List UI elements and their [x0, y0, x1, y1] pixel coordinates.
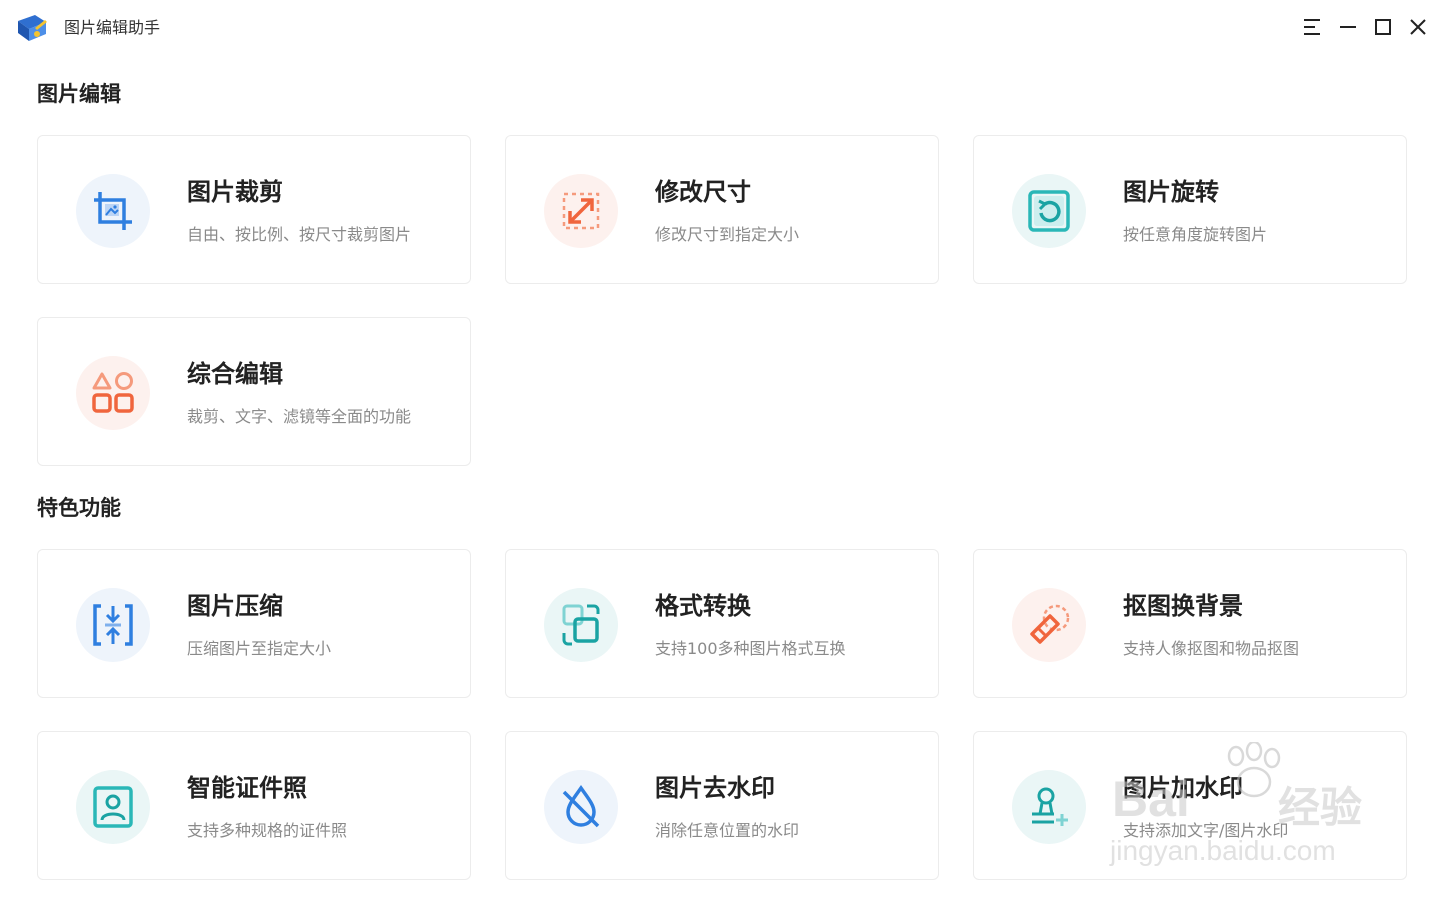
- card-desc: 自由、按比例、按尺寸裁剪图片: [187, 225, 412, 244]
- card-desc: 按任意角度旋转图片: [1123, 225, 1268, 244]
- card-title: 综合编辑: [187, 360, 283, 388]
- card-id-photo[interactable]: 智能证件照 支持多种规格的证件照: [37, 731, 471, 880]
- section-title-featured: 特色功能: [37, 496, 121, 520]
- card-title: 抠图换背景: [1123, 592, 1243, 620]
- card-desc: 修改尺寸到指定大小: [655, 225, 800, 244]
- minimize-button[interactable]: [1334, 13, 1362, 41]
- card-title: 图片裁剪: [187, 178, 283, 206]
- card-desc: 消除任意位置的水印: [655, 821, 800, 840]
- card-title: 图片去水印: [655, 774, 775, 802]
- maximize-icon: [1375, 19, 1391, 35]
- app-title: 图片编辑助手: [64, 18, 161, 37]
- card-resize[interactable]: 修改尺寸 修改尺寸到指定大小: [505, 135, 939, 284]
- rotate-icon: [1028, 190, 1070, 232]
- card-title: 图片旋转: [1123, 178, 1219, 206]
- app-logo-icon: [15, 11, 49, 45]
- card-rotate[interactable]: 图片旋转 按任意角度旋转图片: [973, 135, 1407, 284]
- resize-icon: [562, 192, 600, 230]
- section-title-image-edit: 图片编辑: [37, 82, 121, 106]
- title-bar: 图片编辑助手: [0, 0, 1449, 56]
- card-title: 图片压缩: [187, 592, 283, 620]
- card-composite-edit[interactable]: 综合编辑 裁剪、文字、滤镜等全面的功能: [37, 317, 471, 466]
- card-desc: 裁剪、文字、滤镜等全面的功能: [187, 407, 412, 426]
- minimize-icon: [1340, 26, 1356, 28]
- remove-watermark-icon: [562, 784, 600, 828]
- shapes-icon: [92, 372, 134, 413]
- card-format-convert[interactable]: 格式转换 支持100多种图片格式互换: [505, 549, 939, 698]
- card-desc: 支持人像抠图和物品抠图: [1123, 639, 1300, 658]
- card-title: 图片加水印: [1123, 774, 1243, 802]
- close-icon: [1410, 19, 1426, 35]
- card-crop[interactable]: 图片裁剪 自由、按比例、按尺寸裁剪图片: [37, 135, 471, 284]
- menu-icon: [1304, 19, 1320, 35]
- card-cutout-background[interactable]: 抠图换背景 支持人像抠图和物品抠图: [973, 549, 1407, 698]
- card-desc: 支持多种规格的证件照: [187, 821, 348, 840]
- close-button[interactable]: [1404, 13, 1432, 41]
- card-add-watermark[interactable]: 图片加水印 支持添加文字/图片水印: [973, 731, 1407, 880]
- compress-icon: [93, 604, 133, 646]
- eraser-icon: [1030, 604, 1070, 644]
- crop-icon: [94, 192, 132, 230]
- card-remove-watermark[interactable]: 图片去水印 消除任意位置的水印: [505, 731, 939, 880]
- card-title: 修改尺寸: [655, 178, 751, 206]
- convert-icon: [562, 604, 600, 646]
- card-compress[interactable]: 图片压缩 压缩图片至指定大小: [37, 549, 471, 698]
- card-desc: 压缩图片至指定大小: [187, 639, 332, 658]
- card-title: 格式转换: [655, 592, 751, 620]
- maximize-button[interactable]: [1369, 13, 1397, 41]
- card-desc: 支持100多种图片格式互换: [655, 639, 846, 658]
- card-desc: 支持添加文字/图片水印: [1123, 821, 1289, 840]
- menu-button[interactable]: [1298, 13, 1326, 41]
- add-watermark-icon: [1032, 787, 1068, 826]
- card-title: 智能证件照: [187, 774, 307, 802]
- id-photo-icon: [93, 786, 133, 828]
